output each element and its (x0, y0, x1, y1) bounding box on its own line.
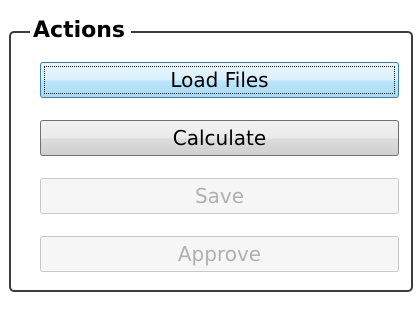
focus-ring (44, 66, 395, 94)
approve-label: Approve (177, 242, 262, 266)
load-files-button[interactable]: Load Files (40, 62, 399, 98)
approve-button[interactable]: Approve (40, 236, 399, 272)
calculate-button[interactable]: Calculate (40, 120, 399, 156)
save-button[interactable]: Save (40, 178, 399, 214)
calculate-label: Calculate (172, 126, 267, 150)
actions-group-title: Actions (30, 16, 131, 46)
save-label: Save (194, 184, 245, 208)
